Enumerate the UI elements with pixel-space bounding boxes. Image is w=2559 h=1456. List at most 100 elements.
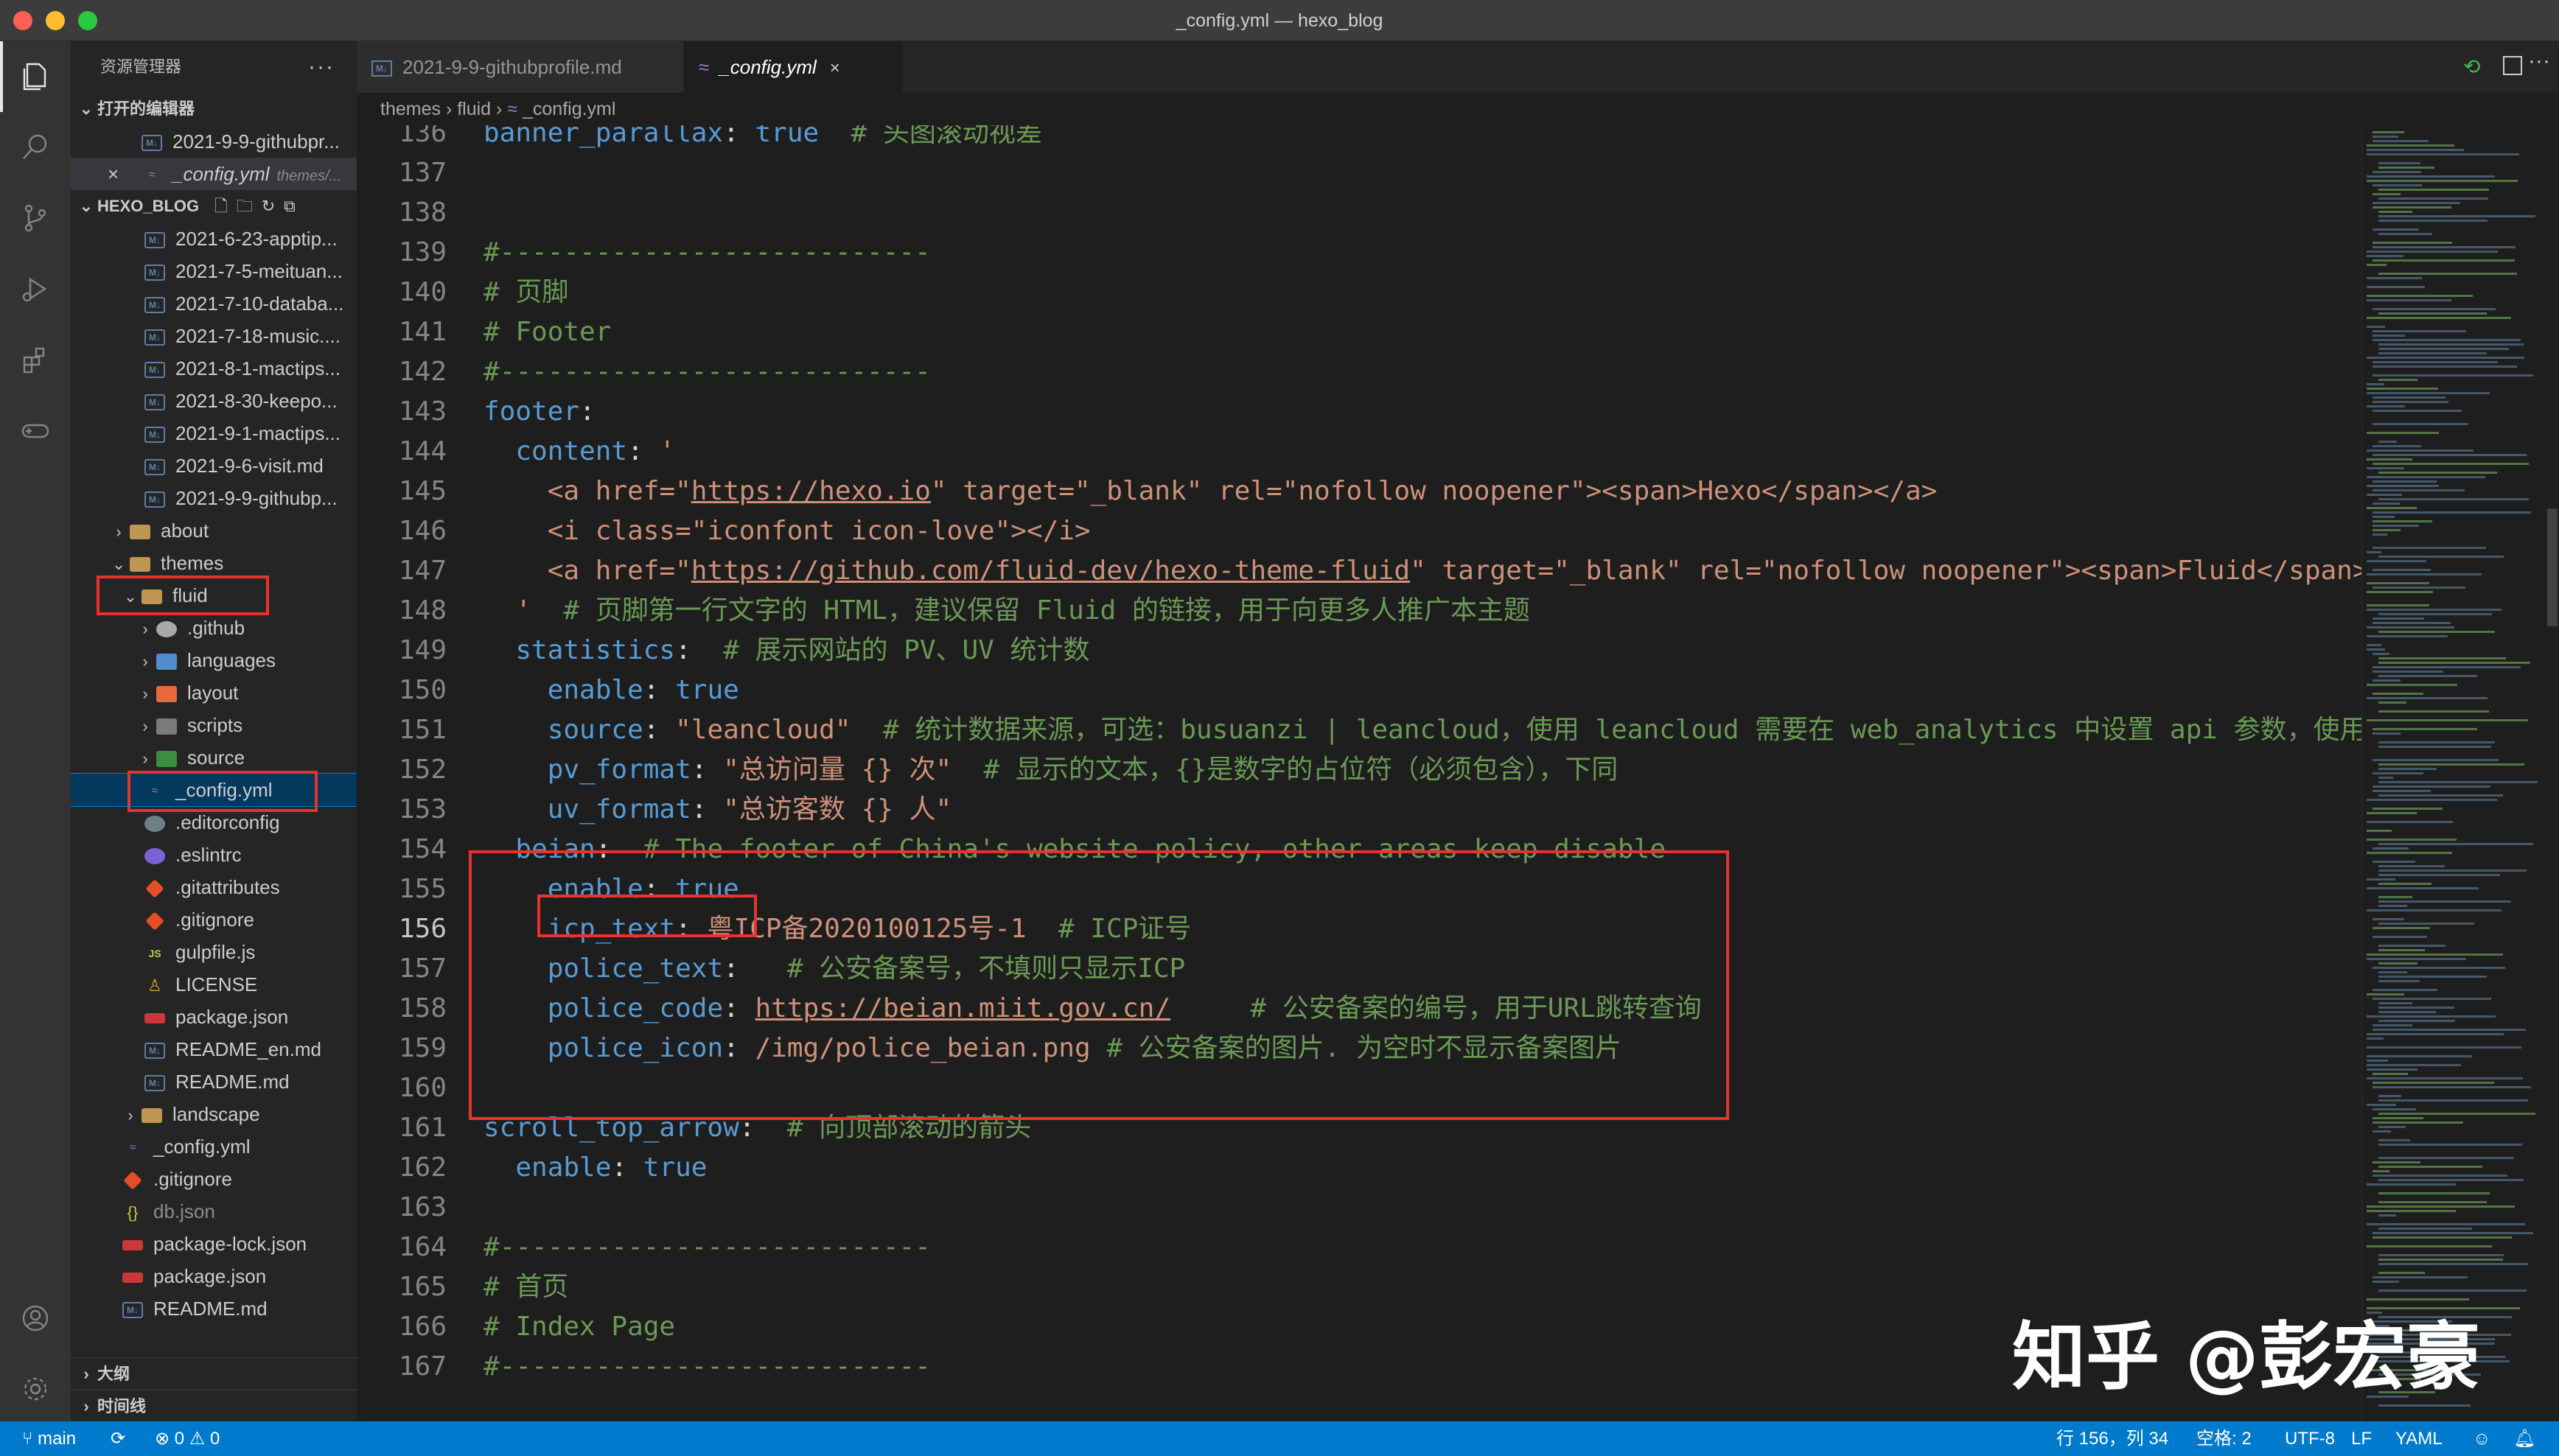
tab-githubprofile[interactable]: M↓ 2021-9-9-githubprofile.md	[357, 41, 684, 93]
code-line[interactable]: 139 #---------------------------	[357, 233, 2361, 273]
folder-item[interactable]: › languages	[71, 644, 357, 676]
minimap[interactable]	[2361, 125, 2546, 1421]
code-line[interactable]: 153 uv_format: "总访客数 {} 人"	[357, 790, 2361, 830]
feedback-icon[interactable]: ☺	[2473, 1421, 2491, 1456]
breadcrumb-item[interactable]: _config.yml	[523, 99, 615, 119]
split-editor-icon[interactable]	[2503, 56, 2522, 75]
code-line[interactable]: 152 pv_format: "总访问量 {} 次" # 显示的文本，{}是数字…	[357, 750, 2361, 790]
cursor-position[interactable]: 行 156，列 34	[2056, 1421, 2168, 1456]
code-line[interactable]: 141 # Footer	[357, 312, 2361, 352]
code-line[interactable]: 151 source: "leancloud" # 统计数据来源，可选：busu…	[357, 710, 2361, 750]
code-line[interactable]: 147 <a href="https://github.com/fluid-de…	[357, 551, 2361, 591]
more-actions-icon[interactable]: ···	[308, 41, 335, 93]
code-line[interactable]: 164 #---------------------------	[357, 1228, 2361, 1267]
code-line[interactable]: 138	[357, 193, 2361, 233]
scrollbar[interactable]	[2546, 125, 2559, 1421]
code-line[interactable]: 144 content: '	[357, 432, 2361, 472]
folder-item[interactable]: › scripts	[71, 709, 357, 741]
file-item[interactable]: M↓ README.md	[71, 1065, 357, 1098]
file-item[interactable]: .editorconfig	[71, 806, 357, 839]
code-line[interactable]: 161 scroll_top_arrow: # 向顶部滚动的箭头	[357, 1108, 2361, 1148]
code-line[interactable]: 143 footer:	[357, 392, 2361, 432]
code-line[interactable]: 160	[357, 1068, 2361, 1108]
file-item[interactable]: .gitignore	[71, 903, 357, 936]
file-item[interactable]: M↓ 2021-8-30-keepo...	[71, 385, 357, 417]
file-item[interactable]: M↓ 2021-6-23-apptip...	[71, 223, 357, 255]
file-item[interactable]: package-lock.json	[71, 1228, 357, 1260]
scrollbar-thumb[interactable]	[2547, 508, 2558, 626]
git-compare-icon[interactable]: ⟲	[2463, 55, 2485, 78]
code-line[interactable]: 150 enable: true	[357, 671, 2361, 710]
code-line[interactable]: 148 ' # 页脚第一行文字的 HTML，建议保留 Fluid 的链接，用于向…	[357, 591, 2361, 631]
code-line[interactable]: 156 icp_text: 粤ICP备2020100125号-1 # ICP证号	[357, 909, 2361, 949]
file-item[interactable]: M↓ README.md	[71, 1292, 357, 1325]
file-item[interactable]: ≈ _config.yml	[71, 1130, 357, 1163]
code-line[interactable]: 158 police_code: https://beian.miit.gov.…	[357, 989, 2361, 1029]
encoding[interactable]: UTF-8	[2285, 1421, 2335, 1456]
more-actions-icon[interactable]: ···	[2528, 49, 2550, 74]
run-debug-icon[interactable]	[0, 253, 71, 324]
file-item[interactable]: {} db.json	[71, 1195, 357, 1228]
breadcrumb-item[interactable]: fluid	[457, 99, 491, 119]
open-editors-section[interactable]: ⌄ 打开的编辑器	[71, 93, 357, 125]
folder-item[interactable]: ⌄ fluid	[71, 579, 357, 612]
source-control-icon[interactable]	[0, 183, 71, 253]
code-line[interactable]: 154 beian: # The footer of China's websi…	[357, 830, 2361, 869]
file-item-selected[interactable]: ≈ _config.yml	[71, 773, 357, 807]
remote-gamepad-icon[interactable]	[0, 395, 71, 466]
project-section[interactable]: ⌄ HEXO_BLOG 🗋🗀↻⧉	[71, 190, 357, 223]
code-line[interactable]: 163	[357, 1188, 2361, 1228]
code-line[interactable]: 149 statistics: # 展示网站的 PV、UV 统计数	[357, 631, 2361, 671]
code-line[interactable]: 142 #---------------------------	[357, 352, 2361, 392]
open-editor-item[interactable]: M↓ 2021-9-9-githubpr...	[71, 125, 357, 158]
file-item[interactable]: ♙ LICENSE	[71, 968, 357, 1001]
file-item[interactable]: .gitignore	[71, 1163, 357, 1195]
file-item[interactable]: M↓ README_en.md	[71, 1033, 357, 1065]
code-line[interactable]: 146 <i class="iconfont icon-love"></i>	[357, 511, 2361, 551]
extensions-icon[interactable]	[0, 324, 71, 395]
file-item[interactable]: M↓ 2021-7-10-databa...	[71, 287, 357, 320]
folder-item[interactable]: › source	[71, 741, 357, 774]
sync-icon[interactable]: ⟳	[111, 1421, 125, 1456]
code-line[interactable]: 136 banner_parallax: true # 头图滚动视差	[357, 125, 2361, 153]
language-mode[interactable]: YAML	[2395, 1421, 2443, 1456]
account-icon[interactable]	[0, 1283, 71, 1354]
tab-config-yml[interactable]: ≈ _config.yml ×	[684, 41, 902, 93]
folder-item[interactable]: › .github	[71, 612, 357, 644]
code-line[interactable]: 145 <a href="https://hexo.io" target="_b…	[357, 472, 2361, 511]
folder-item[interactable]: › landscape	[71, 1098, 357, 1130]
branch-indicator[interactable]: ⑂ main	[22, 1421, 76, 1456]
file-item[interactable]: M↓ 2021-9-1-mactips...	[71, 417, 357, 449]
close-tab-icon[interactable]: ×	[830, 58, 840, 78]
search-icon[interactable]	[0, 112, 71, 183]
code-line[interactable]: 162 enable: true	[357, 1148, 2361, 1188]
line-ending[interactable]: LF	[2351, 1421, 2372, 1456]
timeline-section[interactable]: › 时间线	[71, 1390, 357, 1421]
file-item[interactable]: package.json	[71, 1260, 357, 1292]
code-line[interactable]: 137	[357, 153, 2361, 193]
folder-item[interactable]: › layout	[71, 676, 357, 709]
breadcrumb-item[interactable]: themes	[380, 99, 441, 119]
explorer-icon[interactable]	[0, 41, 71, 112]
file-item[interactable]: M↓ 2021-9-9-githubp...	[71, 482, 357, 514]
outline-section[interactable]: › 大纲	[71, 1357, 357, 1390]
folder-item[interactable]: › about	[71, 514, 357, 547]
file-item[interactable]: M↓ 2021-7-5-meituan...	[71, 255, 357, 287]
code-line[interactable]: 155 enable: true	[357, 869, 2361, 909]
problems-indicator[interactable]: ⊗ 0 ⚠ 0	[155, 1421, 220, 1456]
code-line[interactable]: 159 police_icon: /img/police_beian.png #…	[357, 1029, 2361, 1068]
file-item[interactable]: M↓ 2021-8-1-mactips...	[71, 352, 357, 385]
file-item[interactable]: package.json	[71, 1001, 357, 1033]
open-editor-item[interactable]: × ≈ _config.yml themes/...	[71, 158, 357, 190]
file-item[interactable]: .gitattributes	[71, 871, 357, 903]
code-editor[interactable]: 136 banner_parallax: true # 头图滚动视差 137 138 1…	[357, 125, 2361, 1421]
notifications-bell-icon[interactable]: 🔔︎	[2513, 1421, 2535, 1456]
code-line[interactable]: 140 # 页脚	[357, 273, 2361, 312]
close-icon[interactable]: ×	[108, 158, 142, 190]
explorer-actions-icons[interactable]: 🗋🗀↻⧉	[214, 190, 304, 223]
file-item[interactable]: M↓ 2021-9-6-visit.md	[71, 449, 357, 482]
file-item[interactable]: .eslintrc	[71, 839, 357, 871]
settings-gear-icon[interactable]	[0, 1354, 71, 1424]
file-item[interactable]: M↓ 2021-7-18-music....	[71, 320, 357, 352]
code-line[interactable]: 157 police_text: # 公安备案号，不填则只显示ICP	[357, 949, 2361, 989]
